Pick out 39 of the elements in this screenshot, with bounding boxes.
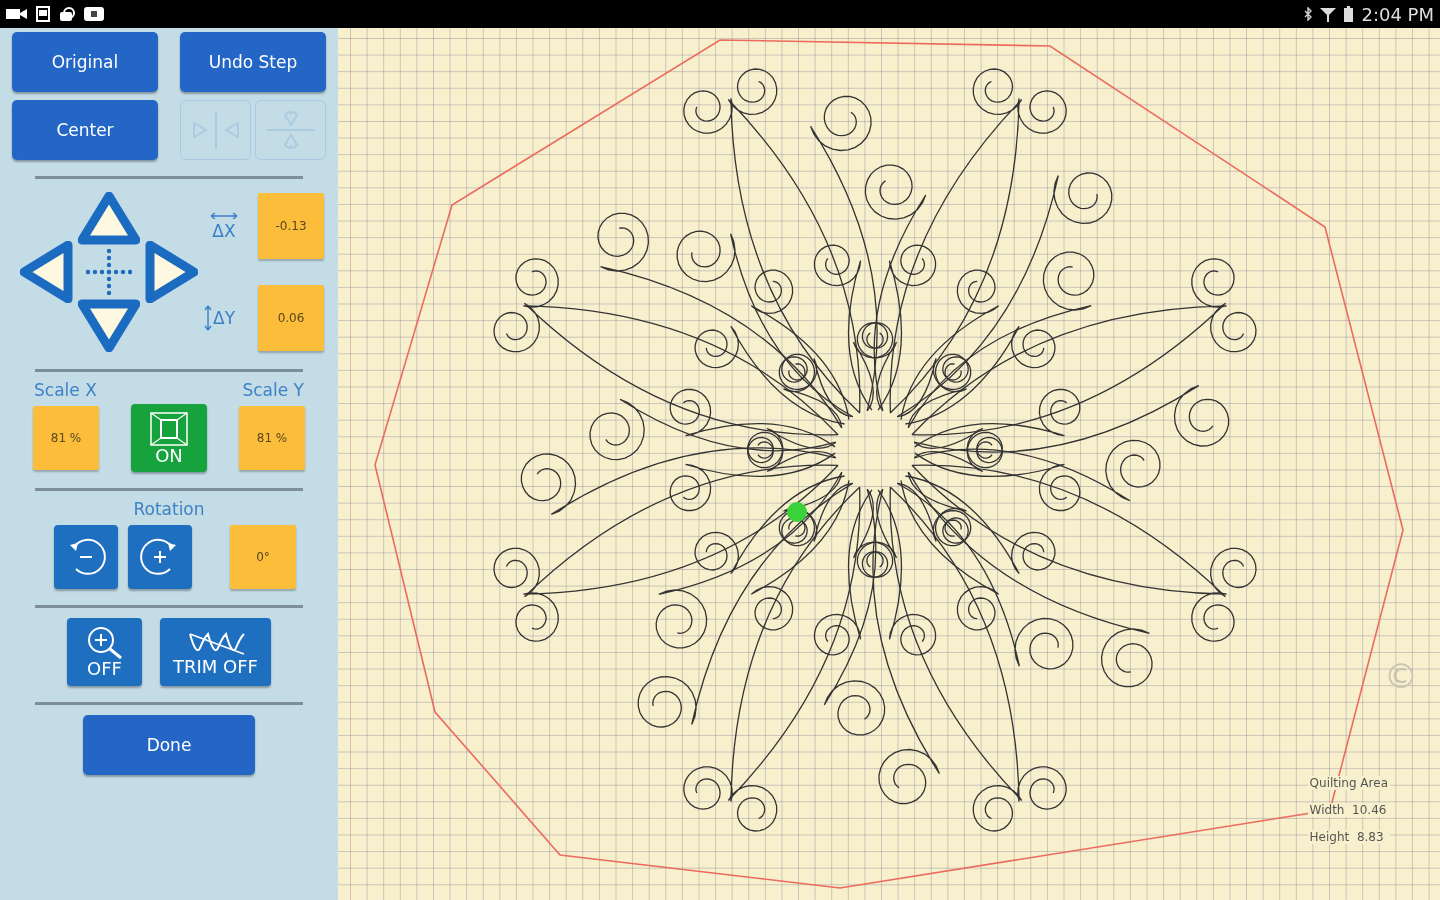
trim-toggle[interactable]: TRIM OFF <box>160 618 271 686</box>
video-player-icon <box>84 7 104 21</box>
copyright-mark: © <box>1384 656 1418 696</box>
scale-x-field[interactable]: 81 % <box>33 406 99 470</box>
scale-x-label: Scale X <box>34 380 97 400</box>
original-button[interactable]: Original <box>12 32 158 92</box>
gallery-icon <box>58 6 76 22</box>
rotation-field[interactable]: 0° <box>230 525 296 589</box>
quilting-area-info: Quilting Area <box>1307 776 1390 790</box>
bluetooth-icon <box>1304 7 1313 21</box>
move-cross-icon <box>86 249 132 295</box>
proportional-lock-toggle[interactable]: ON <box>131 404 207 472</box>
zoom-toggle[interactable]: OFF <box>67 618 142 686</box>
tablet-icon <box>36 6 50 22</box>
done-button[interactable]: Done <box>83 715 255 775</box>
rotate-right-button[interactable] <box>128 525 192 589</box>
wifi-icon <box>1320 6 1337 22</box>
battery-icon <box>1344 6 1354 22</box>
quilting-area-info: Height 8.83 <box>1307 830 1390 844</box>
offset-label: ΔY <box>213 308 235 328</box>
horizontal-arrow-icon <box>210 211 238 220</box>
scale-y-label: Scale Y <box>242 380 304 400</box>
scale-y-field[interactable]: 81 % <box>239 406 305 470</box>
move-left-button[interactable] <box>20 241 74 303</box>
needle-position-dot <box>787 502 807 522</box>
offset-value-field[interactable]: -0.13 <box>258 193 324 259</box>
vertical-arrow-icon <box>204 305 212 331</box>
video-icon <box>6 8 28 20</box>
frame-icon <box>149 411 189 447</box>
offset-value-field[interactable]: 0.06 <box>258 285 324 351</box>
move-up-button[interactable] <box>78 192 140 246</box>
rotation-label: Rotation <box>133 499 205 519</box>
rotate-left-button[interactable] <box>54 525 118 589</box>
center-button[interactable]: Center <box>12 100 158 160</box>
clock-time: 2:04 PM <box>1361 3 1434 25</box>
offset-label: ΔX <box>212 220 236 241</box>
move-right-button[interactable] <box>144 241 198 303</box>
move-down-button[interactable] <box>78 298 140 352</box>
undo-step-button[interactable]: Undo Step <box>180 32 326 92</box>
